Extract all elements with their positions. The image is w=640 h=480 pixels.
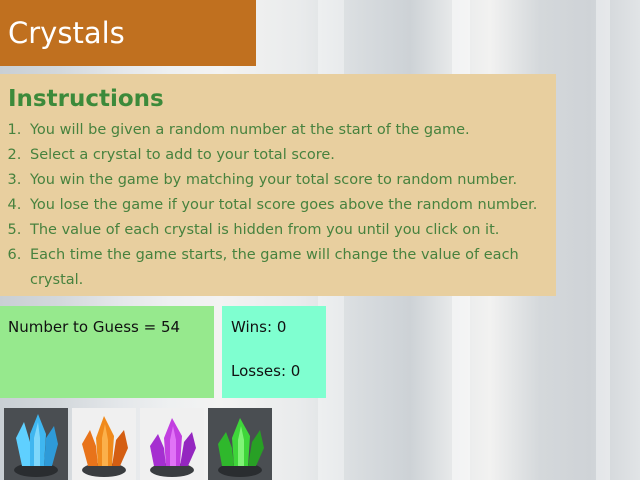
instruction-item: You lose the game if your total score go… [26, 193, 548, 218]
background-stripe [596, 0, 610, 480]
orange-crystal-icon [82, 416, 128, 477]
crystal-button-purple[interactable] [140, 408, 204, 480]
number-to-guess-label: Number to Guess = 54 [8, 318, 181, 336]
crystal-buttons [4, 408, 276, 480]
instructions-panel: Instructions You will be given a random … [0, 74, 556, 296]
wins-label: Wins: 0 [231, 318, 287, 336]
number-to-guess-panel: Number to Guess = 54 [0, 306, 214, 398]
green-crystal-icon [218, 418, 264, 477]
instructions-list: You will be given a random number at the… [8, 118, 548, 293]
instruction-item: Select a crystal to add to your total sc… [26, 143, 548, 168]
blue-crystal-icon [14, 414, 58, 477]
instructions-heading: Instructions [8, 86, 164, 112]
instruction-item: You win the game by matching your total … [26, 168, 548, 193]
purple-crystal-icon [150, 418, 196, 477]
crystal-button-green[interactable] [208, 408, 272, 480]
instruction-item: Each time the game starts, the game will… [26, 243, 548, 293]
instruction-item: You will be given a random number at the… [26, 118, 548, 143]
scoreboard-panel: Wins: 0 Losses: 0 [222, 306, 326, 398]
crystal-button-orange[interactable] [72, 408, 136, 480]
crystal-button-blue[interactable] [4, 408, 68, 480]
page-title: Crystals Collector! [0, 0, 256, 116]
instruction-item: The value of each crystal is hidden from… [26, 218, 548, 243]
losses-label: Losses: 0 [231, 362, 301, 380]
